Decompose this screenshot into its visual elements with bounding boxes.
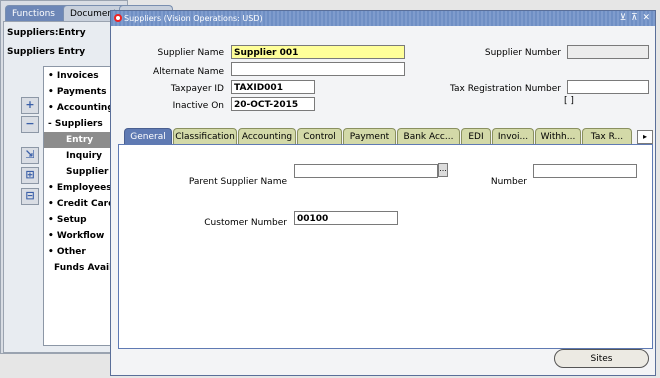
tab-scroll-right-icon[interactable]: ▸ (637, 130, 653, 144)
tab-control[interactable]: Control (297, 128, 342, 144)
expand-branch-icon[interactable]: ⇲ (21, 147, 39, 164)
expand-icon[interactable]: + (21, 97, 39, 114)
oracle-logo-icon (114, 14, 122, 22)
inactive-on-label: Inactive On (172, 101, 224, 111)
tab-classification[interactable]: Classification (173, 128, 237, 144)
expand-all-icon[interactable]: ⊞ (21, 167, 39, 184)
navigator-window: Functions Documents Suppliers:Entry Supp… (0, 0, 173, 354)
collapse-all-icon[interactable]: ⊟ (21, 188, 39, 205)
list-of-values-button[interactable]: ... (438, 163, 448, 177)
tab-withholding[interactable]: Withh... (535, 128, 581, 144)
tab-bank-accounts[interactable]: Bank Acc... (397, 128, 460, 144)
customer-number-label: Customer Number (204, 218, 287, 228)
supplier-number-label: Supplier Number (484, 48, 561, 58)
tab-payment[interactable]: Payment (343, 128, 396, 144)
tab-tax-reporting[interactable]: Tax R... (582, 128, 632, 144)
window-controls-icon[interactable]: ⊻ ⊼ ✕ (620, 11, 651, 26)
alternate-name-label: Alternate Name (153, 67, 224, 77)
alternate-name-field[interactable] (231, 62, 405, 76)
supplier-name-label: Supplier Name (157, 48, 225, 58)
supplier-number-field[interactable] (567, 45, 649, 59)
descriptive-flexfield[interactable]: [ ] (564, 96, 574, 106)
navigator-heading: Suppliers:Entry (7, 28, 86, 38)
customer-number-field[interactable]: 00100 (294, 211, 398, 225)
navigator-subheading: Suppliers Entry (7, 47, 86, 57)
collapse-icon[interactable]: − (21, 116, 39, 133)
taxpayer-id-label: Taxpayer ID (170, 84, 224, 94)
number-field[interactable] (533, 164, 637, 178)
taxpayer-id-field[interactable]: TAXID001 (231, 80, 315, 94)
tab-invoice[interactable]: Invoi... (492, 128, 534, 144)
tab-accounting[interactable]: Accounting (238, 128, 296, 144)
parent-supplier-field[interactable] (294, 164, 438, 178)
tax-registration-field[interactable] (567, 80, 649, 94)
window-title-bar[interactable]: Suppliers (Vision Operations: USD) ⊻ ⊼ ✕ (111, 11, 655, 26)
general-tab-panel: Parent Supplier Name Number Customer Num… (118, 144, 653, 349)
tab-functions[interactable]: Functions (5, 5, 71, 22)
number-label: Number (490, 177, 527, 187)
suppliers-window: Suppliers (Vision Operations: USD) ⊻ ⊼ ✕… (110, 10, 656, 376)
tab-edi[interactable]: EDI (461, 128, 491, 144)
window-title: Suppliers (Vision Operations: USD) (124, 14, 263, 23)
parent-supplier-label: Parent Supplier Name (188, 177, 287, 187)
supplier-name-field[interactable]: Supplier 001 (231, 45, 405, 59)
tab-general[interactable]: General (124, 128, 172, 144)
sites-button[interactable]: Sites (554, 349, 649, 368)
inactive-on-field[interactable]: 20-OCT-2015 (231, 97, 315, 111)
tax-registration-label: Tax Registration Number (450, 84, 561, 94)
